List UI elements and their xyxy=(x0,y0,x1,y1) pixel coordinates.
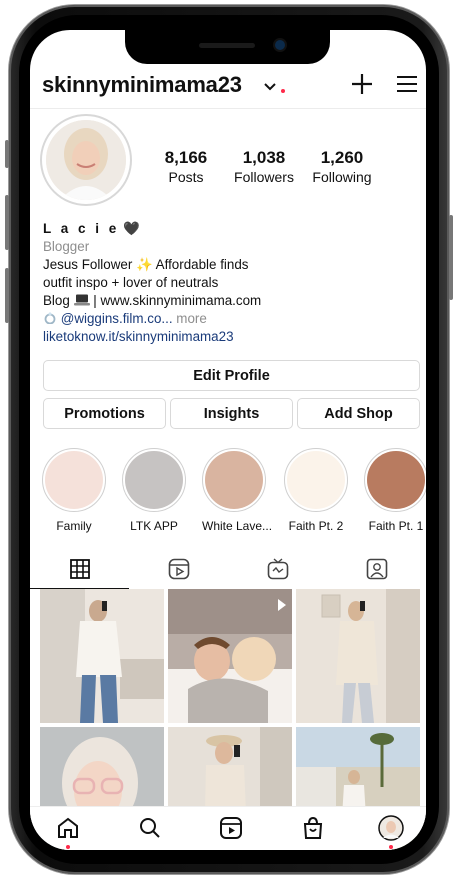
highlight-ltk-app[interactable]: LTK APP xyxy=(122,448,186,533)
highlight-label: Family xyxy=(56,519,92,533)
highlight-ring xyxy=(364,448,426,512)
highlight-ring xyxy=(122,448,186,512)
laptop-icon xyxy=(73,294,90,306)
nav-shop[interactable] xyxy=(300,815,326,841)
highlight-faith-pt-1[interactable]: Faith Pt. 1 xyxy=(364,448,426,533)
nav-home[interactable] xyxy=(55,815,81,849)
reels-icon xyxy=(220,817,242,839)
bio-line-3: Blog | www.skinnyminimama.com xyxy=(43,292,418,310)
reels-icon xyxy=(168,558,189,580)
tab-posts-grid[interactable] xyxy=(30,550,129,589)
menu-icon[interactable] xyxy=(395,74,419,94)
posts-count: 8,166 xyxy=(164,148,208,167)
tagged-icon xyxy=(366,558,387,580)
volume-down-button xyxy=(5,268,9,323)
volume-up-button xyxy=(5,195,9,250)
post-thumbnail[interactable] xyxy=(296,589,420,723)
following-stat[interactable]: 1,260 Following xyxy=(310,148,374,185)
notification-dot xyxy=(66,845,70,849)
website-link[interactable]: liketoknow.it/skinnyminimama23 xyxy=(43,328,418,346)
promotions-button[interactable]: Promotions xyxy=(43,398,166,429)
post-thumbnail[interactable] xyxy=(40,589,164,723)
highlight-label: White Lave... xyxy=(202,519,273,533)
profile-header: skinnyminimama23 xyxy=(30,66,426,109)
bio-line-1: Jesus Follower ✨ Affordable finds xyxy=(43,257,249,272)
profile-avatar-icon xyxy=(378,815,404,841)
followers-count: 1,038 xyxy=(242,148,286,167)
speaker xyxy=(199,43,255,48)
plus-icon[interactable] xyxy=(350,72,374,96)
search-icon xyxy=(140,818,160,838)
chevron-down-icon[interactable] xyxy=(263,82,277,92)
highlight-cover xyxy=(125,451,183,509)
highlight-cover xyxy=(205,451,263,509)
more-link[interactable]: more xyxy=(176,311,207,326)
bio-line-3-suffix: | www.skinnyminimama.com xyxy=(93,293,262,308)
highlight-cover xyxy=(45,451,103,509)
shopping-bag-icon xyxy=(303,816,323,839)
highlight-ring xyxy=(284,448,348,512)
following-count: 1,260 xyxy=(320,148,364,167)
profile-tabs xyxy=(30,550,426,589)
mention-link[interactable]: @wiggins.film.co... xyxy=(61,311,173,326)
add-shop-button[interactable]: Add Shop xyxy=(297,398,420,429)
bottom-navigation xyxy=(30,806,426,850)
highlight-faith-pt-2[interactable]: Faith Pt. 2 xyxy=(284,448,348,533)
profile-avatar[interactable] xyxy=(40,114,132,206)
notification-dot xyxy=(389,845,393,849)
following-label: Following xyxy=(312,169,372,185)
tab-tagged[interactable] xyxy=(327,550,426,588)
highlight-cover xyxy=(287,451,345,509)
nav-search[interactable] xyxy=(137,815,163,841)
highlight-ring xyxy=(42,448,106,512)
posts-stat[interactable]: 8,166 Posts xyxy=(158,148,214,185)
edit-profile-button[interactable]: Edit Profile xyxy=(43,360,420,391)
highlight-white-lave[interactable]: White Lave... xyxy=(202,448,273,533)
bio-line-2: outfit inspo + lover of neutrals xyxy=(43,275,219,290)
followers-stat[interactable]: 1,038 Followers xyxy=(230,148,298,185)
tab-igtv[interactable] xyxy=(228,550,327,588)
username-switcher[interactable]: skinnyminimama23 xyxy=(42,72,242,98)
grid-icon xyxy=(69,559,90,579)
notch xyxy=(125,30,330,64)
heart-emoji: 🖤 xyxy=(123,221,140,236)
highlight-label: LTK APP xyxy=(130,519,178,533)
highlight-cover xyxy=(367,451,425,509)
profile-bio: L a c i e 🖤 Blogger Jesus Follower ✨ Aff… xyxy=(43,220,418,346)
avatar-photo xyxy=(46,120,126,200)
mute-switch xyxy=(5,140,9,168)
screen: skinnyminimama23 8,166 Posts 1,038 Follo… xyxy=(30,30,426,850)
front-camera xyxy=(275,40,285,50)
post-thumbnail[interactable] xyxy=(168,589,292,723)
display-name: L a c i e xyxy=(43,221,120,236)
highlight-label: Faith Pt. 2 xyxy=(288,519,344,533)
home-icon xyxy=(58,817,78,838)
highlight-family[interactable]: Family xyxy=(42,448,106,533)
power-button xyxy=(449,215,453,300)
bio-line-3-prefix: Blog xyxy=(43,293,70,308)
highlight-ring xyxy=(202,448,266,512)
bio-line-4: @wiggins.film.co... more xyxy=(43,310,418,328)
nav-reels[interactable] xyxy=(218,815,244,841)
insights-button[interactable]: Insights xyxy=(170,398,293,429)
tab-reels[interactable] xyxy=(129,550,228,588)
account-notification-dot xyxy=(281,89,285,93)
ring-icon xyxy=(44,312,56,325)
category-label: Blogger xyxy=(43,239,90,254)
followers-label: Followers xyxy=(234,169,294,185)
posts-label: Posts xyxy=(168,169,204,185)
highlight-label: Faith Pt. 1 xyxy=(368,519,424,533)
igtv-icon xyxy=(267,558,288,580)
nav-profile[interactable] xyxy=(378,815,404,849)
